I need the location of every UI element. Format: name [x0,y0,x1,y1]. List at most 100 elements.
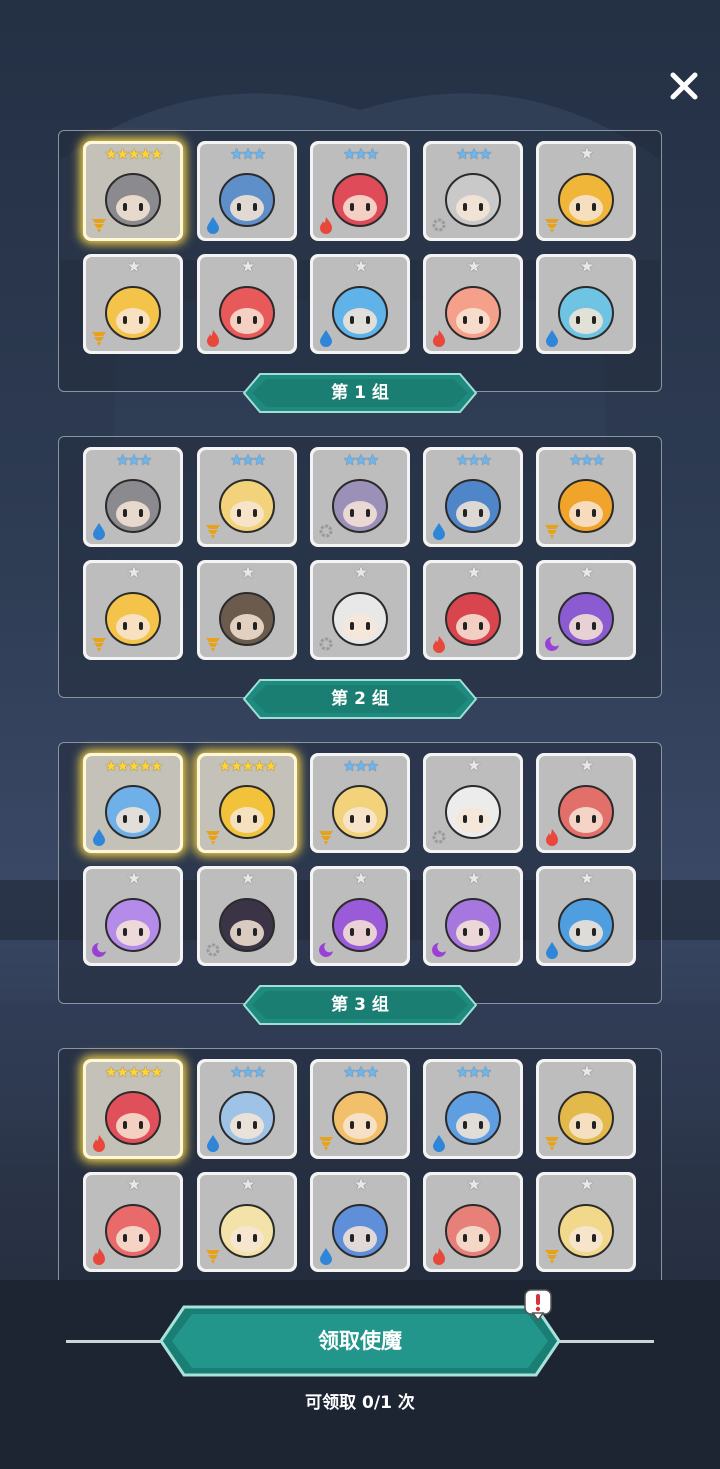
familiar-portrait [332,1204,388,1258]
familiar-card[interactable]: ★ [310,1172,410,1272]
familiar-portrait [332,898,388,952]
familiar-card[interactable]: ★ [423,560,523,660]
familiar-card[interactable]: ★ [423,1172,523,1272]
familiar-card-frame: ★★★★★ [86,1062,180,1156]
familiar-portrait [219,286,275,340]
star-rating-1: ★ [240,257,255,277]
familiar-card[interactable]: ★ [83,1172,183,1272]
familiar-card-frame: ★ [539,1175,633,1269]
star-rating-3: ★★★ [455,145,492,163]
familiar-card-frame: ★★★ [313,450,407,544]
familiar-portrait [558,592,614,646]
familiar-card[interactable]: ★ [310,254,410,354]
familiar-card[interactable]: ★★★ [83,447,183,547]
wind-element-icon [545,525,559,539]
familiar-card[interactable]: ★ [423,753,523,853]
familiar-portrait [105,1091,161,1145]
familiar-card[interactable]: ★★★★★ [83,1059,183,1159]
familiar-card[interactable]: ★★★ [423,447,523,547]
star-rating-1: ★ [353,257,368,277]
familiar-card[interactable]: ★★★ [197,447,297,547]
familiar-card-frame: ★ [200,257,294,351]
familiar-card-frame: ★ [539,756,633,850]
familiar-card[interactable]: ★ [536,1059,636,1159]
familiar-card-frame: ★ [313,563,407,657]
familiar-card-frame: ★★★ [426,450,520,544]
familiar-portrait [332,173,388,227]
familiar-card[interactable]: ★★★ [310,753,410,853]
familiar-portrait [105,785,161,839]
familiar-card[interactable]: ★ [310,866,410,966]
familiar-card[interactable]: ★★★ [310,141,410,241]
fire-element-icon [93,1248,105,1265]
familiar-portrait [558,898,614,952]
familiar-card[interactable]: ★ [536,753,636,853]
familiar-card[interactable]: ★ [536,560,636,660]
familiar-card[interactable]: ★ [197,1172,297,1272]
star-rating-1: ★ [579,1062,594,1082]
familiar-portrait [558,286,614,340]
claim-button-label: 领取使魔 [318,1329,402,1353]
light-element-icon [319,637,333,651]
group-label-banner: 第 2 组 [242,678,478,720]
familiar-card[interactable]: ★★★ [197,1059,297,1159]
wind-element-icon [206,638,220,652]
familiar-portrait [558,785,614,839]
water-element-icon [320,1248,332,1265]
familiar-portrait [445,785,501,839]
close-button[interactable] [664,66,704,106]
water-element-icon [546,942,558,959]
familiar-card-frame: ★ [539,257,633,351]
familiar-portrait [332,785,388,839]
familiar-card[interactable]: ★★★★★ [83,141,183,241]
familiar-portrait [558,173,614,227]
familiar-card[interactable]: ★ [197,254,297,354]
familiar-card-frame: ★★★ [313,1062,407,1156]
familiar-card[interactable]: ★★★★★ [83,753,183,853]
familiar-card[interactable]: ★ [423,866,523,966]
familiar-portrait [219,898,275,952]
star-rating-3: ★★★ [115,451,152,469]
familiar-card[interactable]: ★ [83,866,183,966]
familiar-card-frame: ★ [313,257,407,351]
familiar-card[interactable]: ★ [310,560,410,660]
star-rating-3: ★★★ [229,145,266,163]
familiar-card[interactable]: ★ [83,560,183,660]
familiar-card[interactable]: ★★★ [536,447,636,547]
familiar-card[interactable]: ★★★ [310,447,410,547]
familiar-card-frame: ★ [539,563,633,657]
familiar-card[interactable]: ★ [197,560,297,660]
star-rating-3: ★★★ [342,1063,379,1081]
familiar-portrait [105,286,161,340]
familiar-card[interactable]: ★★★ [423,141,523,241]
familiar-card-frame: ★ [200,1175,294,1269]
familiar-card-frame: ★ [313,869,407,963]
group-label: 第 1 组 [331,383,389,403]
familiar-card[interactable]: ★ [423,254,523,354]
notice-badge-icon [524,1289,552,1322]
familiar-card[interactable]: ★★★★★ [197,753,297,853]
star-rating-1: ★ [126,1175,141,1195]
familiar-portrait [219,1091,275,1145]
familiar-card[interactable]: ★★★ [423,1059,523,1159]
familiar-card[interactable]: ★ [536,1172,636,1272]
familiar-card-frame: ★★★ [426,144,520,238]
familiar-card[interactable]: ★ [197,866,297,966]
familiar-portrait [105,898,161,952]
familiar-card[interactable]: ★★★ [197,141,297,241]
familiar-card[interactable]: ★ [536,141,636,241]
star-rating-5: ★★★★★ [218,757,277,775]
familiar-portrait [445,286,501,340]
familiar-card-frame: ★★★ [539,450,633,544]
familiar-card[interactable]: ★★★ [310,1059,410,1159]
familiar-card[interactable]: ★ [536,866,636,966]
claim-familiar-button[interactable]: 领取使魔 [158,1304,562,1378]
wind-element-icon [92,638,106,652]
group-list[interactable]: ★★★★★ ★★★ ★★★ ★★★ ★ ★ ★ ★ ★ ★ 第 1 组 ★★★ ★★★ ★★★ ★★★ ★★★… [0,120,720,1280]
familiar-card-frame: ★ [426,1175,520,1269]
familiar-card[interactable]: ★ [536,254,636,354]
familiar-card-frame: ★ [86,869,180,963]
familiar-portrait [332,479,388,533]
familiar-card[interactable]: ★ [83,254,183,354]
star-rating-1: ★ [353,869,368,889]
